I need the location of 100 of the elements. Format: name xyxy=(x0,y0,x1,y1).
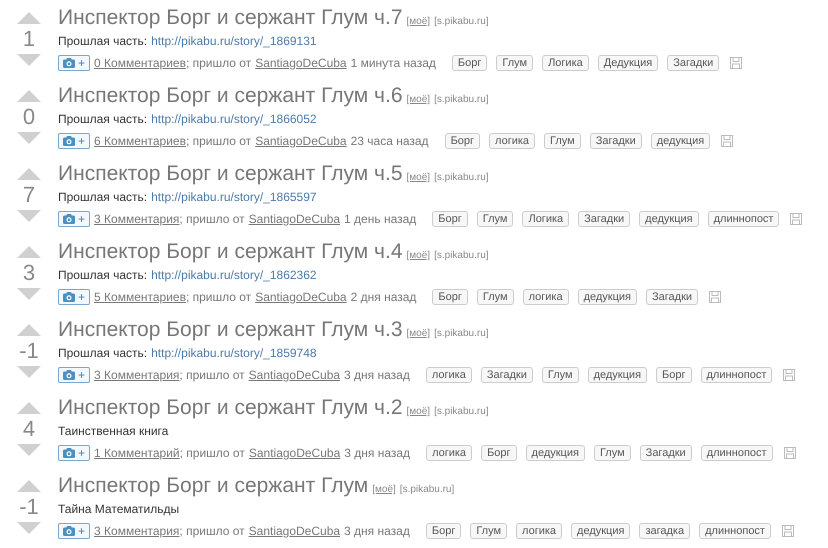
upvote-icon[interactable] xyxy=(17,324,41,336)
comments-link[interactable]: 5 Комментариев xyxy=(94,290,186,304)
save-icon[interactable] xyxy=(721,135,734,147)
upvote-icon[interactable] xyxy=(17,480,41,492)
tag[interactable]: логика xyxy=(516,523,562,539)
mine-link[interactable]: [моё] xyxy=(406,172,430,183)
author-link[interactable]: SantiagoDeCuba xyxy=(248,524,340,538)
tag[interactable]: Загадки xyxy=(578,211,630,227)
tag[interactable]: Борг xyxy=(481,445,517,461)
tag[interactable]: логика xyxy=(426,367,472,383)
post-title[interactable]: Инспектор Борг и сержант Глум ч.4 xyxy=(58,240,403,264)
tag[interactable]: длиннопост xyxy=(708,211,780,227)
tag[interactable]: Дедукция xyxy=(598,55,658,71)
save-icon[interactable] xyxy=(784,447,796,459)
upvote-icon[interactable] xyxy=(17,12,41,24)
tag[interactable]: логика xyxy=(426,445,472,461)
upvote-icon[interactable] xyxy=(17,168,41,180)
tag[interactable]: длиннопост xyxy=(699,523,771,539)
tag[interactable]: Борг xyxy=(452,55,488,71)
tag[interactable]: длиннопост xyxy=(700,445,773,461)
tag[interactable]: Логика xyxy=(542,55,589,71)
tag[interactable]: Глум xyxy=(594,445,631,461)
save-icon[interactable] xyxy=(782,525,794,537)
mine-link[interactable]: [моё] xyxy=(406,94,430,105)
tag[interactable]: Загадки xyxy=(640,445,692,461)
author-link[interactable]: SantiagoDeCuba xyxy=(255,290,347,304)
author-link[interactable]: SantiagoDeCuba xyxy=(248,368,340,382)
post-title[interactable]: Инспектор Борг и сержант Глум ч.5 xyxy=(58,162,403,186)
tag[interactable]: Борг xyxy=(444,133,480,149)
add-photo-button[interactable]: + xyxy=(58,367,90,383)
tag[interactable]: дедукция xyxy=(650,133,710,149)
tag[interactable]: Логика xyxy=(522,211,570,227)
post-title[interactable]: Инспектор Борг и сержант Глум ч.7 xyxy=(58,6,403,30)
tag[interactable]: Борг xyxy=(656,367,692,383)
upvote-icon[interactable] xyxy=(17,246,41,258)
mine-link[interactable]: [моё] xyxy=(406,16,430,27)
mine-link[interactable]: [моё] xyxy=(406,406,430,417)
tag[interactable]: дедукция xyxy=(588,367,648,383)
story-link[interactable]: http://pikabu.ru/story/_1862362 xyxy=(151,268,317,286)
tag[interactable]: длиннопост xyxy=(700,367,772,383)
upvote-icon[interactable] xyxy=(17,90,41,102)
tag[interactable]: Борг xyxy=(426,523,462,539)
add-photo-button[interactable]: + xyxy=(58,211,90,227)
author-link[interactable]: SantiagoDeCuba xyxy=(255,56,347,70)
comments-link[interactable]: 6 Комментариев xyxy=(94,134,186,148)
post-title[interactable]: Инспектор Борг и сержант Глум xyxy=(58,474,368,498)
downvote-icon[interactable] xyxy=(17,444,41,456)
downvote-icon[interactable] xyxy=(17,210,41,222)
add-photo-button[interactable]: + xyxy=(58,55,90,71)
tag[interactable]: Загадки xyxy=(590,133,642,149)
tag[interactable]: дедукция xyxy=(571,523,630,539)
comments-link[interactable]: 3 Комментария xyxy=(94,212,180,226)
downvote-icon[interactable] xyxy=(17,522,41,534)
downvote-icon[interactable] xyxy=(17,132,41,144)
post-title[interactable]: Инспектор Борг и сержант Глум ч.6 xyxy=(58,84,403,108)
mine-link[interactable]: [моё] xyxy=(406,250,430,261)
comments-link[interactable]: 3 Комментария xyxy=(94,368,180,382)
comments-link[interactable]: 0 Комментариев xyxy=(94,56,186,70)
downvote-icon[interactable] xyxy=(17,288,41,300)
tag[interactable]: Загадки xyxy=(480,367,533,383)
downvote-icon[interactable] xyxy=(17,366,41,378)
upvote-icon[interactable] xyxy=(17,402,41,414)
tag[interactable]: Борг xyxy=(432,289,468,305)
add-photo-button[interactable]: + xyxy=(58,523,90,539)
story-link[interactable]: http://pikabu.ru/story/_1859748 xyxy=(151,346,317,364)
post-title[interactable]: Инспектор Борг и сержант Глум ч.2 xyxy=(58,396,403,420)
story-link[interactable]: http://pikabu.ru/story/_1865597 xyxy=(151,190,317,208)
tag[interactable]: загадка xyxy=(639,523,690,539)
tag[interactable]: дедукция xyxy=(578,289,638,305)
save-icon[interactable] xyxy=(783,369,796,381)
tag[interactable]: логика xyxy=(489,133,536,149)
tag[interactable]: Глум xyxy=(470,523,508,539)
save-icon[interactable] xyxy=(790,213,802,225)
story-link[interactable]: http://pikabu.ru/story/_1869131 xyxy=(151,34,317,52)
tag[interactable]: дедукция xyxy=(639,211,699,227)
tag[interactable]: Глум xyxy=(544,133,581,149)
author-link[interactable]: SantiagoDeCuba xyxy=(248,212,340,226)
save-icon[interactable] xyxy=(709,291,722,303)
tag[interactable]: Загадки xyxy=(667,55,720,71)
tag[interactable]: дедукция xyxy=(526,445,585,461)
downvote-icon[interactable] xyxy=(17,54,41,66)
tag[interactable]: Загадки xyxy=(646,289,698,305)
tag[interactable]: Глум xyxy=(496,55,534,71)
tag[interactable]: Борг xyxy=(432,211,468,227)
tag[interactable]: Глум xyxy=(476,211,514,227)
story-link[interactable]: http://pikabu.ru/story/_1866052 xyxy=(151,112,317,130)
mine-link[interactable]: [моё] xyxy=(372,484,396,495)
tag[interactable]: Глум xyxy=(542,367,579,383)
add-photo-button[interactable]: + xyxy=(58,289,90,305)
tag[interactable]: Глум xyxy=(476,289,514,305)
comments-link[interactable]: 1 Комментарий xyxy=(94,446,180,460)
mine-link[interactable]: [моё] xyxy=(406,328,430,339)
author-link[interactable]: SantiagoDeCuba xyxy=(248,446,340,460)
comments-link[interactable]: 3 Комментария xyxy=(94,524,180,538)
post-title[interactable]: Инспектор Борг и сержант Глум ч.3 xyxy=(58,318,403,342)
add-photo-button[interactable]: + xyxy=(58,445,90,461)
author-link[interactable]: SantiagoDeCuba xyxy=(255,134,347,148)
add-photo-button[interactable]: + xyxy=(58,133,90,149)
save-icon[interactable] xyxy=(730,57,742,69)
tag[interactable]: логика xyxy=(522,289,569,305)
